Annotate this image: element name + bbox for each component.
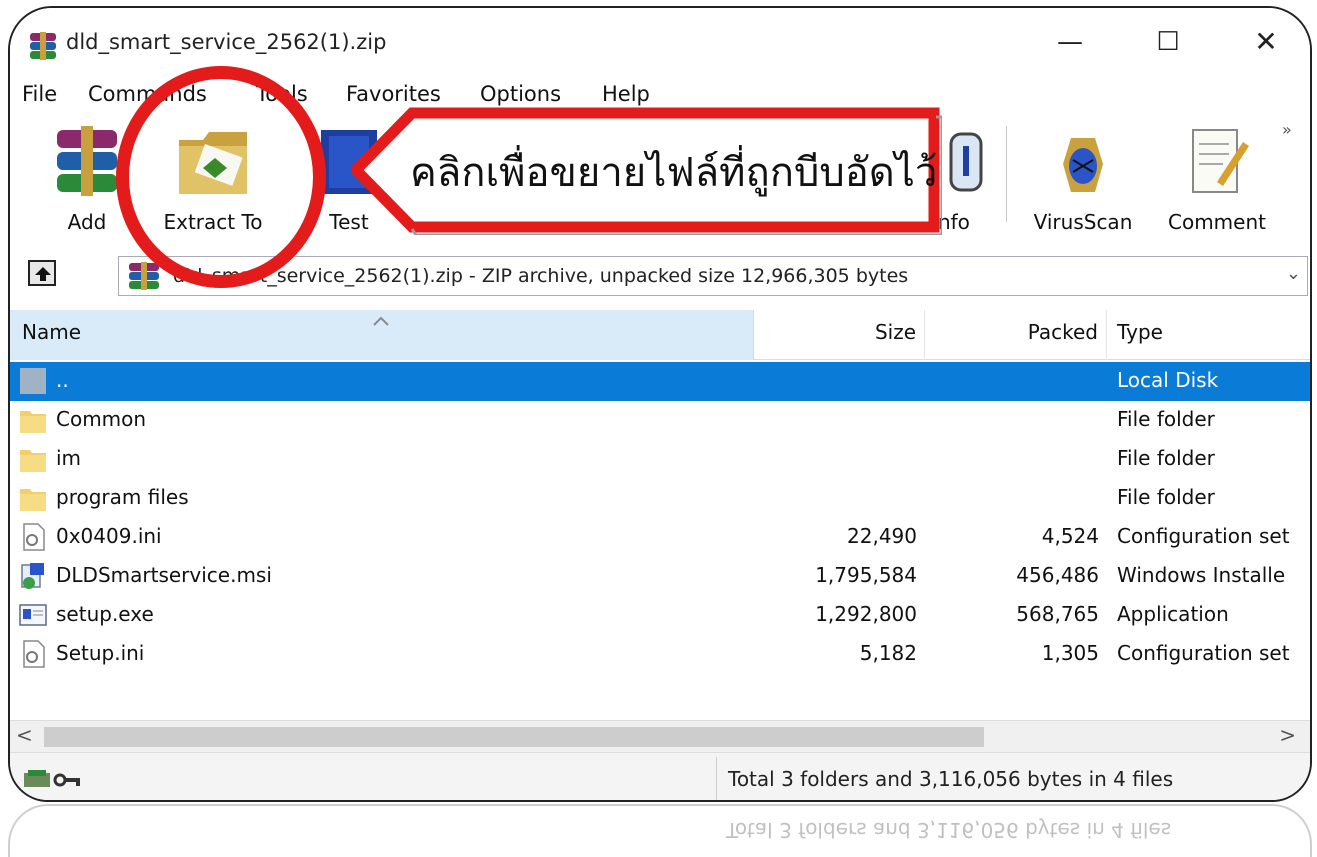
- file-name: DLDSmartservice.msi: [56, 563, 272, 587]
- ini-file-icon: [18, 522, 48, 552]
- file-type: Configuration set: [1117, 641, 1290, 665]
- maximize-button[interactable]: ☐: [1148, 22, 1188, 62]
- archive-path-text: dld_smart_service_2562(1).zip - ZIP arch…: [173, 265, 909, 287]
- drive-and-key-icon: [24, 770, 80, 787]
- highlight-circle: [116, 66, 326, 288]
- menu-file[interactable]: File: [22, 82, 57, 106]
- column-type-label: Type: [1117, 320, 1163, 344]
- file-name: 0x0409.ini: [56, 524, 162, 548]
- virusscan-button[interactable]: VirusScan: [1028, 114, 1138, 246]
- sort-ascending-icon: [373, 316, 389, 326]
- column-type[interactable]: Type: [1107, 310, 1310, 360]
- parent-folder-icon: [18, 366, 48, 396]
- file-type: File folder: [1117, 485, 1215, 509]
- table-row[interactable]: Common File folder: [10, 401, 1310, 440]
- window-title: dld_smart_service_2562(1).zip: [66, 30, 387, 54]
- status-summary: Total 3 folders and 3,116,056 bytes in 4…: [728, 767, 1174, 791]
- file-list: Name Size Packed Type .. Local Disk Common…: [10, 310, 1310, 720]
- file-size: 5,182: [859, 641, 917, 665]
- column-size[interactable]: Size: [755, 310, 925, 360]
- file-size: 1,292,800: [815, 602, 917, 626]
- file-name: im: [56, 446, 82, 470]
- comment-label: Comment: [1168, 210, 1266, 234]
- comment-icon: [1192, 129, 1249, 193]
- menu-options[interactable]: Options: [480, 82, 561, 106]
- horizontal-scrollbar[interactable]: < >: [10, 720, 1310, 752]
- exe-file-icon: [18, 600, 48, 630]
- archive-path-field[interactable]: dld_smart_service_2562(1).zip - ZIP arch…: [118, 256, 1308, 296]
- virusscan-label: VirusScan: [1033, 210, 1133, 234]
- scroll-left-button[interactable]: <: [16, 723, 33, 747]
- file-size: 1,795,584: [815, 563, 917, 587]
- file-type: Configuration set: [1117, 524, 1290, 548]
- toolbar-overflow-button[interactable]: »: [1282, 120, 1292, 139]
- file-size: 22,490: [847, 524, 917, 548]
- folder-icon: [18, 444, 48, 474]
- chevron-down-icon[interactable]: ⌄: [1286, 263, 1301, 284]
- file-type: Windows Installe: [1117, 563, 1286, 587]
- column-name[interactable]: Name: [10, 310, 754, 360]
- table-row[interactable]: setup.exe 1,292,800 568,765 Application: [10, 596, 1310, 635]
- file-name: Setup.ini: [56, 641, 145, 665]
- scrollbar-thumb[interactable]: [44, 727, 984, 747]
- status-divider: [716, 757, 717, 800]
- folder-icon: [18, 483, 48, 513]
- reflection-status-text: Total 3 folders and 3,116,056 bytes in 4…: [726, 818, 1172, 842]
- table-row[interactable]: program files File folder: [10, 479, 1310, 518]
- add-archive-icon: [57, 126, 117, 196]
- virusscan-icon: [1063, 138, 1103, 192]
- ini-file-icon: [18, 639, 48, 669]
- status-bar: Total 3 folders and 3,116,056 bytes in 4…: [10, 752, 1310, 800]
- menu-help[interactable]: Help: [602, 82, 650, 106]
- table-row[interactable]: DLDSmartservice.msi 1,795,584 456,486 Windo…: [10, 557, 1310, 596]
- file-packed-size: 456,486: [1016, 563, 1099, 587]
- minimize-button[interactable]: —: [1050, 22, 1090, 62]
- column-headers: Name Size Packed Type: [10, 310, 1310, 360]
- column-packed[interactable]: Packed: [925, 310, 1107, 360]
- toolbar-separator: [1006, 126, 1007, 222]
- column-packed-label: Packed: [1027, 320, 1098, 344]
- file-type: File folder: [1117, 407, 1215, 431]
- close-button[interactable]: ✕: [1246, 22, 1286, 62]
- column-size-label: Size: [874, 320, 916, 344]
- window-reflection: Total 3 folders and 3,116,056 bytes in 4…: [8, 804, 1312, 857]
- winrar-app-icon: [30, 32, 56, 60]
- up-one-level-button[interactable]: [28, 260, 56, 286]
- archive-icon: [129, 262, 159, 290]
- msi-file-icon: [18, 561, 48, 591]
- file-type: Application: [1117, 602, 1229, 626]
- folder-icon: [18, 405, 48, 435]
- file-name: Common: [56, 407, 147, 431]
- file-name: program files: [56, 485, 189, 509]
- table-row[interactable]: im File folder: [10, 440, 1310, 479]
- scroll-right-button[interactable]: >: [1279, 723, 1296, 747]
- file-packed-size: 4,524: [1041, 524, 1099, 548]
- column-name-label: Name: [22, 320, 82, 344]
- callout-text: คลิกเพื่อขยายไฟล์ที่ถูกบีบอัดไว้: [410, 150, 938, 196]
- file-packed-size: 1,305: [1041, 641, 1099, 665]
- menu-favorites[interactable]: Favorites: [346, 82, 441, 106]
- file-name: setup.exe: [56, 602, 154, 626]
- table-row[interactable]: 0x0409.ini 22,490 4,524 Configuration set: [10, 518, 1310, 557]
- comment-button[interactable]: Comment: [1162, 114, 1272, 246]
- table-row[interactable]: .. Local Disk: [10, 362, 1310, 401]
- table-row[interactable]: Setup.ini 5,182 1,305 Configuration set: [10, 635, 1310, 674]
- file-packed-size: 568,765: [1016, 602, 1099, 626]
- file-type: File folder: [1117, 446, 1215, 470]
- file-name: ..: [56, 368, 69, 392]
- arrow-up-icon: [35, 267, 51, 281]
- title-bar: dld_smart_service_2562(1).zip — ☐ ✕: [10, 8, 1310, 76]
- file-type: Local Disk: [1117, 368, 1219, 392]
